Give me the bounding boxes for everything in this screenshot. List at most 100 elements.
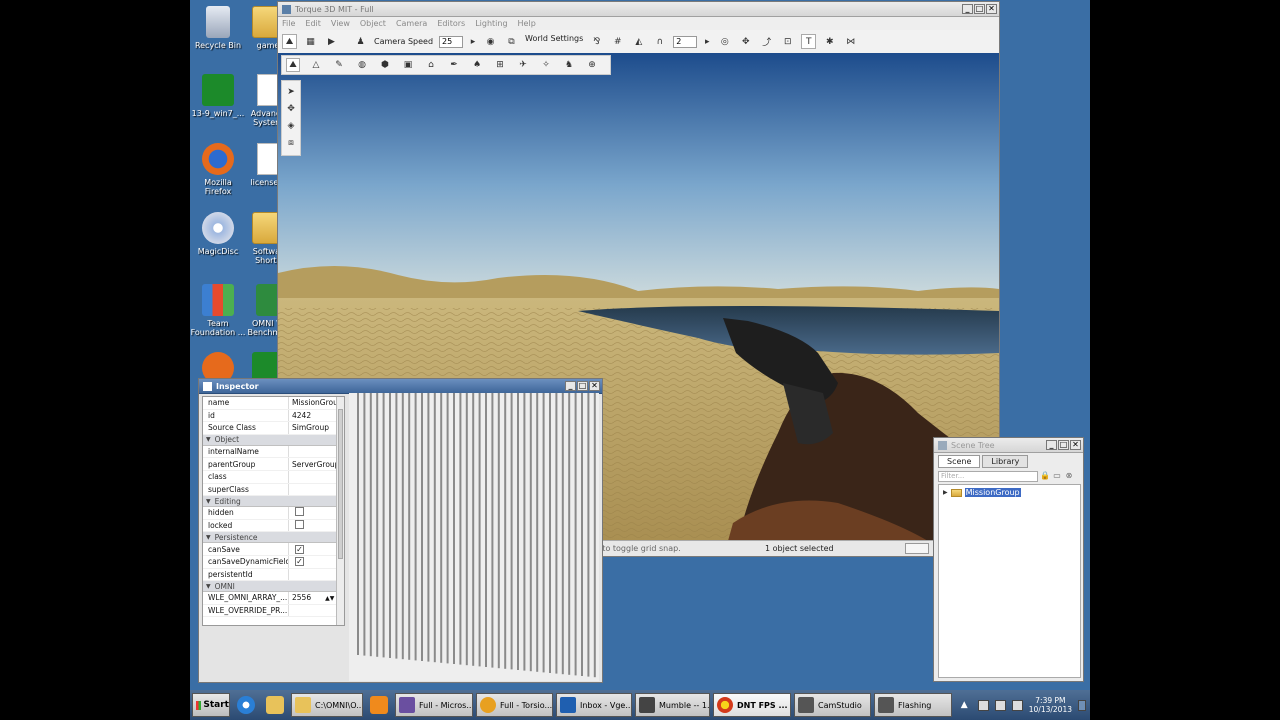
tray-arrow-icon[interactable]: ▲ [961,700,972,711]
show-desktop-icon[interactable] [1078,699,1086,711]
rotate-icon[interactable]: ⤴ [759,34,774,49]
prop-row[interactable]: superClass [203,483,344,497]
text-icon[interactable]: T [801,34,817,49]
scrollbar-thumb[interactable] [338,409,343,559]
prop-row[interactable]: canSave ✓ [203,543,344,556]
sphere-icon[interactable]: ◍ [355,58,369,72]
tab-library[interactable]: Library [982,455,1029,468]
group-object[interactable]: ▼ Object [203,434,344,446]
play-game-icon[interactable]: ▶ [324,34,339,49]
action-center-icon[interactable] [977,699,989,711]
group-editing[interactable]: ▼ Editing [203,496,344,508]
hidden-checkbox[interactable] [295,507,304,517]
task-button[interactable]: Flashing [874,693,952,717]
expand-arrow-icon[interactable]: ▶ [943,489,948,496]
desktop-icon-amd[interactable]: 13-9_win7_... [190,74,246,118]
filter-input[interactable]: Filter... [938,470,1038,482]
prop-row[interactable]: persistentId [203,568,344,582]
inspector-close-button[interactable]: ✕ [589,381,600,391]
scene-tree-minimize-button[interactable]: _ [1046,440,1057,450]
cansavedynamicfields-checkbox[interactable]: ✓ [295,557,304,567]
menu-edit[interactable]: Edit [305,19,321,28]
screenshot-icon[interactable]: ⧉ [504,34,519,49]
prop-row[interactable]: Source Class SimGroup [203,422,344,435]
grid-arrow-icon[interactable]: ▸ [703,34,711,49]
prop-row[interactable]: class [203,470,344,484]
desktop-icon-magicdisc[interactable]: MagicDisc [190,212,246,256]
prop-row[interactable]: parentGroup ServerGroup [203,458,344,471]
globe-icon[interactable]: ◎ [717,34,732,49]
select-arrow-icon[interactable]: ➤ [284,85,298,99]
task-button-active[interactable]: DNT FPS ... [713,693,791,717]
clock[interactable]: 7:39 PM 10/13/2013 [1029,696,1072,714]
prop-row[interactable]: id 4242 [203,409,344,423]
magnet-icon[interactable]: ∩ [652,34,667,49]
prop-row[interactable]: name MissionGroup [203,397,344,410]
bounds-icon[interactable]: ⊡ [780,34,795,49]
desktop-icon-team-foundation[interactable]: Team Foundation ... [190,284,246,337]
delete-icon[interactable]: ⊗ [1064,471,1074,481]
tree-item-missiongroup[interactable]: ▶ MissionGroup [943,488,1021,497]
shape-editor-icon[interactable]: ⊕ [585,58,599,72]
visibility-eye-icon[interactable]: ◉ [483,34,498,49]
close-button[interactable]: ✕ [986,4,997,14]
terrain-painter-icon[interactable]: ✎ [332,58,346,72]
menu-view[interactable]: View [331,19,350,28]
group-persistence[interactable]: ▼ Persistence [203,532,344,544]
menu-help[interactable]: Help [518,19,536,28]
task-button[interactable]: Mumble -- 1... [635,693,710,717]
cansave-checkbox[interactable]: ✓ [295,544,304,554]
spinner-arrows-icon[interactable]: ▲▼ [325,595,334,602]
task-button[interactable]: C:\OMNI\O... [291,693,363,717]
datablock-editor-icon[interactable]: ⌂ [424,58,438,72]
lock-icon[interactable]: 🔒 [1040,471,1050,481]
move-icon[interactable]: ✥ [738,34,753,49]
rotate-gizmo-icon[interactable]: ◈ [284,119,298,133]
terrain-editor-icon[interactable]: △ [309,58,323,72]
world-editor-icon[interactable]: ⛰ [282,34,297,49]
prop-row[interactable]: internalName [203,445,344,459]
prop-row[interactable]: WLE_OVERRIDE_PR... [203,604,344,618]
gui-editor-icon[interactable]: ▦ [303,34,318,49]
quicklaunch-media[interactable] [366,693,392,717]
desktop-icon-recycle-bin[interactable]: Recycle Bin [190,6,246,50]
task-button[interactable]: CamStudio [794,693,871,717]
inspector-minimize-button[interactable]: _ [565,381,576,391]
scale-gizmo-icon[interactable]: ⧈ [284,136,298,150]
forest-editor-icon[interactable]: ♠ [470,58,484,72]
decal-editor-icon[interactable]: ✒ [447,58,461,72]
prop-row[interactable]: canSaveDynamicFields ✓ [203,555,344,569]
new-folder-icon[interactable]: ▭ [1052,471,1062,481]
particle-editor-icon[interactable]: ✧ [539,58,553,72]
inspector-maximize-button[interactable]: □ [577,381,588,391]
camera-icon[interactable]: ♟ [353,34,368,49]
camera-speed-arrow-icon[interactable]: ▸ [469,34,477,49]
menu-editors[interactable]: Editors [437,19,465,28]
task-button[interactable]: Full - Torsio... [476,693,553,717]
grid-size-input[interactable]: 2 [673,35,698,48]
minimize-button[interactable]: _ [962,4,973,14]
scene-tree-close-button[interactable]: ✕ [1070,440,1081,450]
desktop-icon-firefox[interactable]: Mozilla Firefox [190,143,246,196]
network-icon[interactable] [994,699,1006,711]
torque-titlebar[interactable]: Torque 3D MIT - Full _ □ ✕ [278,2,999,17]
menu-file[interactable]: File [282,19,295,28]
prop-row[interactable]: hidden [203,507,344,520]
group-omni[interactable]: ▼ OMNI [203,581,344,593]
volume-icon[interactable] [1011,699,1023,711]
menu-object[interactable]: Object [360,19,386,28]
navmesh-icon[interactable]: ♞ [562,58,576,72]
object-editor-icon[interactable]: ⛰ [286,58,300,72]
terrain-icon[interactable]: ✱ [822,34,837,49]
property-scrollbar[interactable] [336,397,344,625]
grid-icon[interactable]: # [610,34,625,49]
inspector-titlebar[interactable]: Inspector _ □ ✕ [199,379,602,394]
start-button[interactable]: Start [192,693,230,717]
maximize-button[interactable]: □ [974,4,985,14]
move-gizmo-icon[interactable]: ✥ [284,102,298,116]
scene-tree-titlebar[interactable]: Scene Tree _ □ ✕ [934,438,1083,453]
task-button[interactable]: Full - Micros... [395,693,473,717]
material-editor-icon[interactable]: ⬢ [378,58,392,72]
tab-scene[interactable]: Scene [938,455,981,468]
quicklaunch-ie[interactable] [233,693,259,717]
